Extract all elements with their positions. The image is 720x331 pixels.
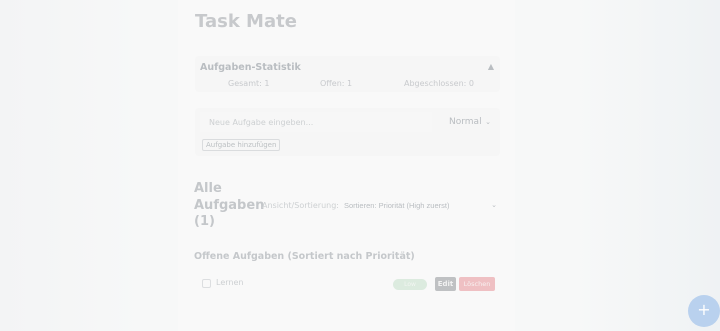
chevron-down-icon: ⌄: [485, 118, 491, 126]
page-title: Task Mate: [195, 11, 297, 32]
priority-badge: Low: [393, 279, 427, 290]
add-fab-button[interactable]: +: [688, 295, 720, 327]
all-tasks-heading: Alle Aufgaben (1): [194, 181, 265, 229]
add-task-panel: Normal ⌄ Aufgabe hinzufügen: [195, 108, 500, 156]
task-text: Lernen: [216, 278, 244, 287]
delete-button[interactable]: Löschen: [459, 277, 495, 291]
chevron-down-icon: ⌄: [491, 202, 497, 209]
priority-select[interactable]: Normal ⌄: [443, 112, 495, 132]
sort-select-value: Sortieren: Priorität (High zuerst): [344, 201, 450, 210]
add-task-button[interactable]: Aufgabe hinzufügen: [202, 139, 281, 151]
new-task-input[interactable]: [200, 112, 432, 132]
edit-button[interactable]: Edit: [435, 277, 456, 291]
view-sort-label: Ansicht/Sortierung:: [262, 201, 339, 210]
stat-total: Gesamt: 1: [228, 79, 270, 88]
collapse-up-icon[interactable]: ▲: [488, 62, 494, 71]
stats-panel: Aufgaben-Statistik ▲ Gesamt: 1 Offen: 1 …: [195, 56, 500, 92]
stat-open: Offen: 1: [320, 79, 353, 88]
task-checkbox[interactable]: [202, 279, 211, 288]
task-row: Lernen Low Edit Löschen: [194, 272, 500, 296]
priority-select-value: Normal: [449, 117, 482, 127]
open-tasks-heading: Offene Aufgaben (Sortiert nach Priorität…: [194, 251, 415, 262]
stats-title: Aufgaben-Statistik: [200, 62, 301, 73]
stat-done: Abgeschlossen: 0: [404, 79, 474, 88]
sort-select[interactable]: Sortieren: Priorität (High zuerst) ⌄: [340, 198, 500, 214]
